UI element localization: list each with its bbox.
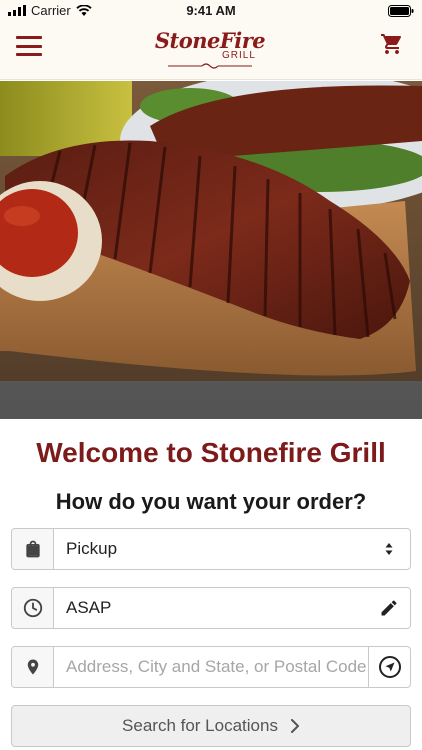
location-pin-icon (27, 659, 38, 675)
order-time-lead (12, 588, 54, 628)
stonefire-logo[interactable]: StoneFire GRILL (150, 28, 270, 72)
logo-flourish-icon (168, 63, 252, 69)
shopping-cart-icon[interactable] (380, 32, 404, 56)
navigation-arrow-icon[interactable] (368, 647, 410, 687)
order-time-value: ASAP (66, 598, 112, 617)
clock-icon (23, 598, 42, 618)
status-bar: Carrier 9:41 AM (0, 0, 422, 22)
address-field[interactable]: Address, City and State, or Postal Code (11, 646, 411, 688)
shopping-bag-icon (25, 540, 40, 558)
app-header: StoneFire GRILL (0, 22, 422, 80)
status-right (388, 4, 414, 22)
logo-sub-text: GRILL (222, 50, 256, 61)
battery-icon (388, 5, 414, 17)
hamburger-menu-icon[interactable] (16, 33, 42, 59)
order-type-value: Pickup (66, 539, 118, 558)
search-locations-button[interactable]: Search for Locations (11, 705, 411, 747)
order-type-lead (12, 529, 54, 569)
status-time: 9:41 AM (186, 3, 236, 18)
select-updown-icon (368, 529, 410, 569)
address-lead (12, 647, 54, 687)
chevron-right-icon (290, 719, 299, 733)
steak-photo (0, 81, 422, 419)
order-type-select[interactable]: Pickup (11, 528, 411, 570)
welcome-heading: Welcome to Stonefire Grill (36, 437, 386, 468)
hero-steak-image (0, 81, 422, 419)
order-question: How do you want your order? (55, 489, 367, 514)
order-time-field[interactable]: ASAP (11, 587, 411, 629)
pencil-icon[interactable] (368, 588, 410, 628)
search-locations-label: Search for Locations (122, 716, 278, 735)
address-input[interactable]: Address, City and State, or Postal Code (54, 647, 368, 687)
